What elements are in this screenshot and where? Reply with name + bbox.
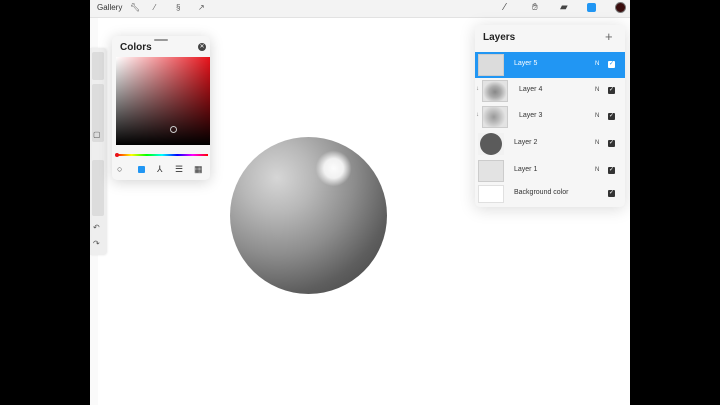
wrench-icon[interactable]: 🔧︎	[130, 3, 140, 12]
selection-icon[interactable]: §	[176, 3, 180, 12]
disc-icon[interactable]: ○	[117, 164, 122, 174]
letterbox-left	[0, 0, 90, 405]
blend-mode[interactable]: N	[595, 87, 599, 93]
transform-icon[interactable]: ↗	[198, 3, 205, 12]
close-icon[interactable]: ✕	[198, 43, 206, 51]
layer-name: Layer 2	[514, 139, 538, 146]
undo-icon[interactable]: ↶	[93, 223, 100, 232]
brush-size-slider[interactable]	[92, 52, 104, 80]
magic-wand-icon[interactable]: ⁄	[154, 3, 155, 12]
colors-panel: Colors ✕ ○ ⅄ ☰ ▦	[112, 36, 210, 180]
layer-row-1[interactable]: Layer 1 N ✓	[475, 158, 625, 184]
picker-ring[interactable]	[170, 126, 177, 133]
background-thumbnail	[478, 185, 504, 203]
layers-panel: Layers + Layer 5 N ✓ ↓ Layer 4 N ✓ ↓ Lay…	[475, 25, 625, 207]
layer-name: Layer 1	[514, 166, 538, 173]
letterbox-right	[630, 0, 720, 405]
color-swatch-button[interactable]	[615, 2, 626, 13]
blend-mode[interactable]: N	[595, 140, 599, 146]
layer-row-4[interactable]: ↓ Layer 4 N ✓	[475, 78, 625, 104]
panel-grabber[interactable]	[154, 39, 168, 41]
colors-title: Colors	[120, 42, 152, 53]
thumbnail-circle	[480, 133, 502, 155]
background-label: Background color	[514, 189, 569, 196]
layer-thumbnail	[478, 54, 504, 76]
layer-name: Layer 3	[519, 112, 543, 119]
color-square-picker[interactable]	[116, 57, 210, 145]
add-layer-button[interactable]: +	[605, 29, 613, 44]
blend-mode[interactable]: N	[595, 167, 599, 173]
procreate-screen: Gallery 🔧︎ ⁄ § ↗ ⁄ ✋︎ ▰ ▢ ↶ ↷ Colors ✕ ○…	[90, 0, 630, 405]
layer-thumbnail	[478, 160, 504, 182]
visibility-checkbox[interactable]: ✓	[608, 167, 615, 174]
palettes-icon[interactable]: ▦	[194, 164, 203, 175]
background-layer-row[interactable]: Background color ✓	[475, 183, 625, 205]
blend-mode[interactable]: N	[595, 61, 599, 67]
layer-thumbnail	[482, 80, 508, 102]
gallery-button[interactable]: Gallery	[97, 3, 122, 12]
classic-icon[interactable]	[138, 166, 145, 173]
visibility-checkbox[interactable]: ✓	[608, 61, 615, 68]
layers-icon[interactable]	[587, 3, 596, 12]
hue-slider[interactable]	[116, 154, 208, 156]
shaded-sphere	[230, 137, 387, 294]
value-icon[interactable]: ☰	[175, 164, 183, 175]
top-toolbar: Gallery 🔧︎ ⁄ § ↗ ⁄ ✋︎ ▰	[90, 0, 630, 18]
square-icon[interactable]: ▢	[93, 130, 101, 139]
blend-mode[interactable]: N	[595, 113, 599, 119]
redo-icon[interactable]: ↷	[93, 239, 100, 248]
layer-thumbnail	[478, 133, 504, 155]
smudge-icon[interactable]: ✋︎	[532, 2, 538, 13]
layer-row-2[interactable]: Layer 2 N ✓	[475, 131, 625, 157]
eraser-icon[interactable]: ▰	[560, 2, 568, 13]
hue-slider-knob[interactable]	[115, 153, 119, 157]
visibility-checkbox[interactable]: ✓	[608, 190, 615, 197]
harmony-icon[interactable]: ⅄	[157, 164, 163, 175]
visibility-checkbox[interactable]: ✓	[608, 87, 615, 94]
layer-row-3[interactable]: ↓ Layer 3 N ✓	[475, 104, 625, 130]
brush-icon[interactable]: ⁄	[504, 2, 506, 13]
visibility-checkbox[interactable]: ✓	[608, 140, 615, 147]
opacity-slider[interactable]	[92, 160, 104, 216]
layer-thumbnail	[482, 106, 508, 128]
left-sidebar: ▢ ↶ ↷	[90, 48, 106, 255]
visibility-checkbox[interactable]: ✓	[608, 113, 615, 120]
layer-name: Layer 5	[514, 60, 538, 67]
layers-title: Layers	[483, 32, 516, 43]
layer-name: Layer 4	[519, 86, 543, 93]
clip-arrow-icon: ↓	[476, 112, 479, 118]
clip-arrow-icon: ↓	[476, 86, 479, 92]
layer-row-5[interactable]: Layer 5 N ✓	[475, 52, 625, 78]
